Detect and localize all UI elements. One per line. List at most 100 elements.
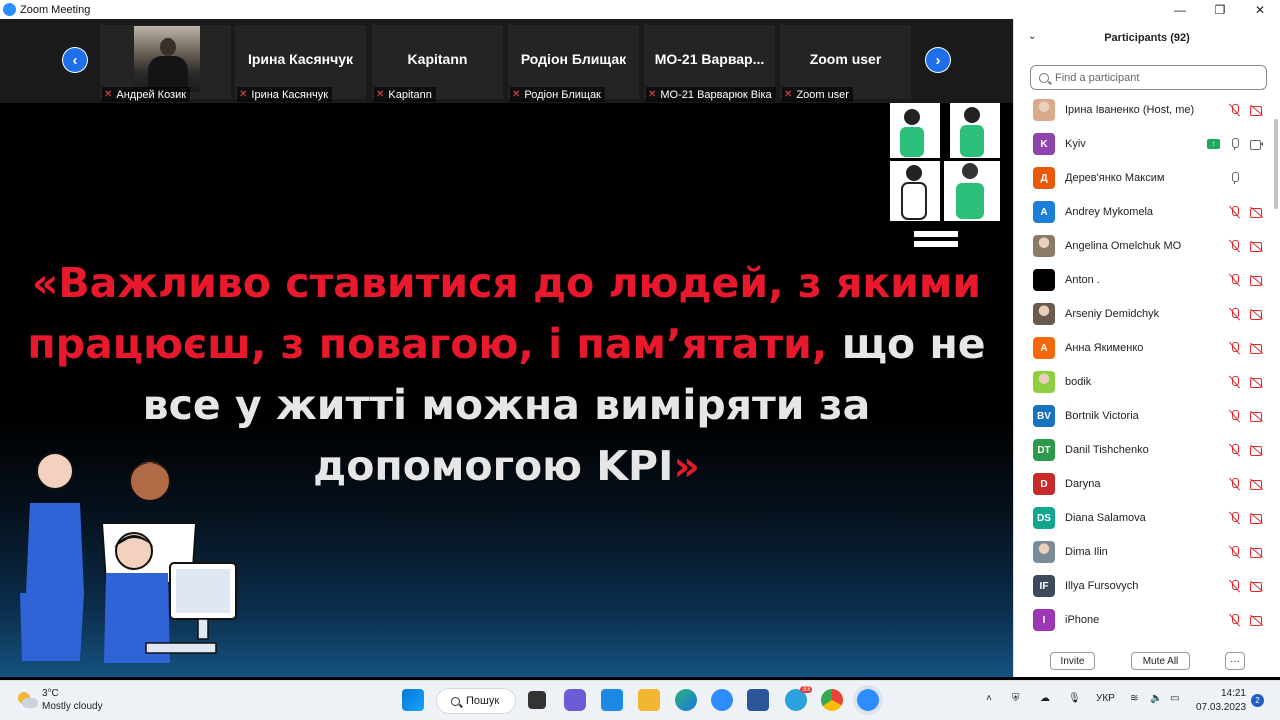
tile-name: МО-21 Варвар...: [654, 51, 765, 67]
camera-off-icon[interactable]: [1250, 613, 1264, 627]
participant-list-scrollbar[interactable]: [1274, 119, 1278, 209]
mic-muted-icon[interactable]: [1228, 205, 1242, 219]
participant-row[interactable]: Anton .: [1014, 263, 1272, 297]
avatar: [1033, 99, 1055, 121]
mail-icon[interactable]: [601, 689, 623, 711]
minimize-button[interactable]: —: [1160, 0, 1200, 19]
video-tile[interactable]: МО-21 Варвар... ✕ МО-21 Варварюк Віка: [644, 25, 776, 102]
invite-button[interactable]: Invite: [1050, 652, 1095, 670]
camera-off-icon[interactable]: [1250, 341, 1264, 355]
security-icon[interactable]: ⛨: [1012, 693, 1020, 704]
participant-row[interactable]: K Kyiv ↑: [1014, 127, 1272, 161]
mic-muted-icon[interactable]: [1228, 613, 1242, 627]
screen-share-icon: ↑: [1207, 139, 1220, 149]
mic-muted-icon[interactable]: [1228, 375, 1242, 389]
participants-footer: Invite Mute All ···: [1014, 641, 1280, 677]
strip-next-button[interactable]: ›: [925, 47, 951, 73]
participant-row[interactable]: Dima Ilin: [1014, 535, 1272, 569]
mic-muted-icon[interactable]: [1228, 341, 1242, 355]
participant-row[interactable]: Arseniy Demidchyk: [1014, 297, 1272, 331]
mic-muted-icon[interactable]: [1228, 307, 1242, 321]
tray-overflow-icon[interactable]: ˄: [986, 693, 992, 704]
camera-off-icon[interactable]: [1250, 409, 1264, 423]
mic-icon[interactable]: [1228, 171, 1242, 185]
participant-row[interactable]: DS Diana Salamova: [1014, 501, 1272, 535]
strip-prev-button[interactable]: ‹: [62, 47, 88, 73]
video-tile[interactable]: ✕ Андрей Козик: [100, 25, 231, 102]
video-tile[interactable]: Родіон Блищак ✕ Родіон Блищак: [508, 25, 639, 102]
mic-muted-icon[interactable]: [1228, 511, 1242, 525]
windows-start-icon[interactable]: [402, 689, 424, 711]
participant-row[interactable]: A Andrey Mykomela: [1014, 195, 1272, 229]
onedrive-cloud-icon[interactable]: ☁: [1040, 693, 1050, 704]
mute-all-button[interactable]: Mute All: [1131, 652, 1190, 670]
participant-row[interactable]: bodik: [1014, 365, 1272, 399]
teams-chat-icon[interactable]: [564, 689, 586, 711]
window-title: Zoom Meeting: [20, 3, 91, 16]
participant-name: Diana Salamova: [1065, 512, 1146, 524]
participant-row[interactable]: Ірина Іваненко (Host, me): [1014, 93, 1272, 127]
camera-off-icon[interactable]: [1250, 443, 1264, 457]
close-button[interactable]: ✕: [1240, 0, 1280, 19]
camera-off-icon[interactable]: [1250, 239, 1264, 253]
camera-off-icon[interactable]: [1250, 579, 1264, 593]
more-options-button[interactable]: ···: [1225, 652, 1245, 670]
video-tile[interactable]: Ірина Касянчук ✕ Ірина Касянчук: [235, 25, 366, 102]
participant-name: Arseniy Demidchyk: [1065, 308, 1160, 320]
mic-icon[interactable]: [1228, 137, 1242, 151]
participant-row[interactable]: A Анна Якименко: [1014, 331, 1272, 365]
zoom-meeting-active-icon[interactable]: [857, 689, 879, 711]
camera-off-icon[interactable]: [1250, 477, 1264, 491]
task-view-icon[interactable]: [528, 691, 546, 709]
mic-muted-icon[interactable]: [1228, 443, 1242, 457]
taskbar-clock[interactable]: 14:21 07.03.2023: [1196, 687, 1246, 715]
chevron-down-icon[interactable]: ⌄: [1028, 31, 1036, 42]
file-explorer-icon[interactable]: [638, 689, 660, 711]
video-tile[interactable]: Zoom user ✕ Zoom user: [780, 25, 911, 102]
notification-badge[interactable]: 2: [1251, 694, 1264, 707]
participant-row[interactable]: BV Bortnik Victoria: [1014, 399, 1272, 433]
weather-widget[interactable]: 3°C Mostly cloudy: [14, 687, 103, 713]
mic-muted-icon[interactable]: [1228, 545, 1242, 559]
battery-icon[interactable]: ▭: [1170, 693, 1179, 704]
mic-muted-icon[interactable]: [1228, 239, 1242, 253]
participant-row[interactable]: Д Дерев'янко Максим: [1014, 161, 1272, 195]
tile-name-label: Zoom user: [796, 88, 849, 101]
participant-row[interactable]: DT Danil Tishchenko: [1014, 433, 1272, 467]
camera-off-icon[interactable]: [1250, 511, 1264, 525]
chrome-icon[interactable]: [821, 689, 843, 711]
video-tile[interactable]: Kapitann ✕ Kapitann: [372, 25, 503, 102]
edge-browser-icon[interactable]: [675, 689, 697, 711]
participant-search-input[interactable]: [1055, 71, 1255, 84]
maximize-button[interactable]: ❐: [1200, 0, 1240, 19]
language-indicator[interactable]: УКР: [1096, 693, 1115, 704]
participant-row[interactable]: IiPhone: [1014, 603, 1272, 637]
mic-muted-icon[interactable]: [1228, 579, 1242, 593]
avatar: D: [1033, 473, 1055, 495]
volume-icon[interactable]: 🔈: [1150, 693, 1162, 704]
camera-off-icon[interactable]: [1250, 273, 1264, 287]
avatar: DT: [1033, 439, 1055, 461]
camera-icon[interactable]: [1250, 137, 1264, 151]
taskbar-search[interactable]: Пошук: [436, 688, 516, 714]
wifi-icon[interactable]: ≋: [1130, 693, 1138, 704]
participant-row[interactable]: D Daryna: [1014, 467, 1272, 501]
camera-off-icon[interactable]: [1250, 307, 1264, 321]
mic-muted-icon[interactable]: [1228, 103, 1242, 117]
avatar: DS: [1033, 507, 1055, 529]
camera-off-icon[interactable]: [1250, 375, 1264, 389]
mic-muted-icon[interactable]: [1228, 477, 1242, 491]
camera-off-icon[interactable]: [1250, 103, 1264, 117]
camera-off-icon[interactable]: [1250, 205, 1264, 219]
zoom-app-icon[interactable]: [711, 689, 733, 711]
telegram-icon[interactable]: 33: [785, 686, 812, 711]
avatar: A: [1033, 201, 1055, 223]
participant-row[interactable]: Angelina Omelchuk МО: [1014, 229, 1272, 263]
camera-off-icon[interactable]: [1250, 545, 1264, 559]
word-icon[interactable]: [747, 689, 769, 711]
mic-muted-icon[interactable]: [1228, 273, 1242, 287]
mic-muted-icon[interactable]: [1228, 409, 1242, 423]
participant-search[interactable]: [1030, 65, 1267, 90]
microphone-tray-icon[interactable]: 🎙: [1068, 693, 1081, 704]
participant-row[interactable]: IF Illya Fursovych: [1014, 569, 1272, 603]
